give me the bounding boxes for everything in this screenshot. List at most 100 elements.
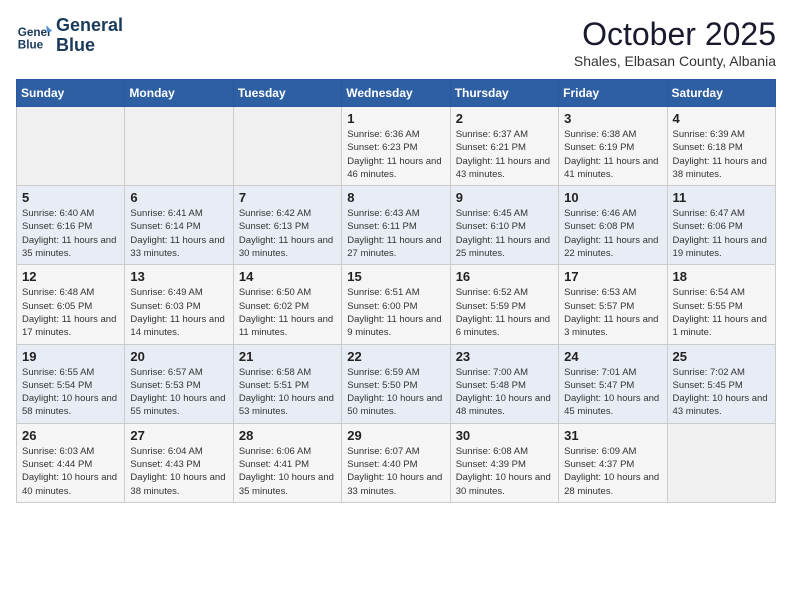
day-info: Sunrise: 6:36 AM Sunset: 6:23 PM Dayligh… (347, 128, 444, 181)
calendar-cell: 25 Sunrise: 7:02 AM Sunset: 5:45 PM Dayli… (667, 344, 775, 423)
calendar-cell: 3 Sunrise: 6:38 AM Sunset: 6:19 PM Daylig… (559, 107, 667, 186)
calendar-cell: 19 Sunrise: 6:55 AM Sunset: 5:54 PM Dayli… (17, 344, 125, 423)
day-info: Sunrise: 6:08 AM Sunset: 4:39 PM Dayligh… (456, 445, 553, 498)
calendar-cell: 20 Sunrise: 6:57 AM Sunset: 5:53 PM Dayli… (125, 344, 233, 423)
day-info: Sunrise: 6:43 AM Sunset: 6:11 PM Dayligh… (347, 207, 444, 260)
day-info: Sunrise: 6:38 AM Sunset: 6:19 PM Dayligh… (564, 128, 661, 181)
day-number: 21 (239, 349, 336, 364)
weekday-header: Wednesday (342, 80, 450, 107)
day-info: Sunrise: 6:07 AM Sunset: 4:40 PM Dayligh… (347, 445, 444, 498)
day-info: Sunrise: 7:01 AM Sunset: 5:47 PM Dayligh… (564, 366, 661, 419)
day-number: 6 (130, 190, 227, 205)
calendar-cell (17, 107, 125, 186)
day-info: Sunrise: 6:06 AM Sunset: 4:41 PM Dayligh… (239, 445, 336, 498)
day-number: 11 (673, 190, 770, 205)
logo: General Blue General Blue (16, 16, 123, 56)
calendar-cell: 13Sunrise: 6:49 AM Sunset: 6:03 PM Dayli… (125, 265, 233, 344)
day-number: 15 (347, 269, 444, 284)
logo-text: General Blue (56, 16, 123, 56)
day-info: Sunrise: 6:48 AM Sunset: 6:05 PM Dayligh… (22, 286, 119, 339)
calendar-cell: 18 Sunrise: 6:54 AM Sunset: 5:55 PM Dayli… (667, 265, 775, 344)
weekday-header: Monday (125, 80, 233, 107)
calendar-week-row: 1 Sunrise: 6:36 AM Sunset: 6:23 PM Daylig… (17, 107, 776, 186)
day-info: Sunrise: 6:54 AM Sunset: 5:55 PM Dayligh… (673, 286, 770, 339)
day-number: 3 (564, 111, 661, 126)
weekday-header: Saturday (667, 80, 775, 107)
day-number: 27 (130, 428, 227, 443)
calendar-cell: 30 Sunrise: 6:08 AM Sunset: 4:39 PM Dayli… (450, 423, 558, 502)
day-info: Sunrise: 6:47 AM Sunset: 6:06 PM Dayligh… (673, 207, 770, 260)
calendar-cell: 16 Sunrise: 6:52 AM Sunset: 5:59 PM Dayli… (450, 265, 558, 344)
day-number: 26 (22, 428, 119, 443)
day-info: Sunrise: 7:02 AM Sunset: 5:45 PM Dayligh… (673, 366, 770, 419)
day-number: 16 (456, 269, 553, 284)
weekday-header: Friday (559, 80, 667, 107)
location-subtitle: Shales, Elbasan County, Albania (574, 53, 776, 69)
calendar-cell: 11 Sunrise: 6:47 AM Sunset: 6:06 PM Dayli… (667, 186, 775, 265)
calendar-cell: 26 Sunrise: 6:03 AM Sunset: 4:44 PM Dayli… (17, 423, 125, 502)
day-info: Sunrise: 6:58 AM Sunset: 5:51 PM Dayligh… (239, 366, 336, 419)
day-info: Sunrise: 6:55 AM Sunset: 5:54 PM Dayligh… (22, 366, 119, 419)
day-number: 1 (347, 111, 444, 126)
day-info: Sunrise: 6:40 AM Sunset: 6:16 PM Dayligh… (22, 207, 119, 260)
calendar-cell: 5 Sunrise: 6:40 AM Sunset: 6:16 PM Daylig… (17, 186, 125, 265)
logo-icon: General Blue (16, 18, 52, 54)
day-info: Sunrise: 7:00 AM Sunset: 5:48 PM Dayligh… (456, 366, 553, 419)
calendar-cell: 28 Sunrise: 6:06 AM Sunset: 4:41 PM Dayli… (233, 423, 341, 502)
day-info: Sunrise: 6:03 AM Sunset: 4:44 PM Dayligh… (22, 445, 119, 498)
day-info: Sunrise: 6:52 AM Sunset: 5:59 PM Dayligh… (456, 286, 553, 339)
calendar-week-row: 26 Sunrise: 6:03 AM Sunset: 4:44 PM Dayli… (17, 423, 776, 502)
day-number: 12 (22, 269, 119, 284)
calendar-table: SundayMondayTuesdayWednesdayThursdayFrid… (16, 79, 776, 503)
calendar-cell: 22Sunrise: 6:59 AM Sunset: 5:50 PM Dayli… (342, 344, 450, 423)
day-info: Sunrise: 6:42 AM Sunset: 6:13 PM Dayligh… (239, 207, 336, 260)
calendar-cell: 9 Sunrise: 6:45 AM Sunset: 6:10 PM Daylig… (450, 186, 558, 265)
day-info: Sunrise: 6:45 AM Sunset: 6:10 PM Dayligh… (456, 207, 553, 260)
day-number: 9 (456, 190, 553, 205)
weekday-header: Tuesday (233, 80, 341, 107)
day-number: 25 (673, 349, 770, 364)
month-title: October 2025 (574, 16, 776, 53)
day-number: 23 (456, 349, 553, 364)
calendar-cell (125, 107, 233, 186)
day-info: Sunrise: 6:37 AM Sunset: 6:21 PM Dayligh… (456, 128, 553, 181)
day-info: Sunrise: 6:49 AM Sunset: 6:03 PM Dayligh… (130, 286, 227, 339)
day-info: Sunrise: 6:51 AM Sunset: 6:00 PM Dayligh… (347, 286, 444, 339)
weekday-header: Thursday (450, 80, 558, 107)
day-number: 29 (347, 428, 444, 443)
calendar-cell: 7Sunrise: 6:42 AM Sunset: 6:13 PM Daylig… (233, 186, 341, 265)
calendar-cell: 27Sunrise: 6:04 AM Sunset: 4:43 PM Dayli… (125, 423, 233, 502)
calendar-cell (233, 107, 341, 186)
day-number: 19 (22, 349, 119, 364)
day-info: Sunrise: 6:41 AM Sunset: 6:14 PM Dayligh… (130, 207, 227, 260)
calendar-cell: 4Sunrise: 6:39 AM Sunset: 6:18 PM Daylig… (667, 107, 775, 186)
day-number: 20 (130, 349, 227, 364)
day-number: 31 (564, 428, 661, 443)
day-number: 2 (456, 111, 553, 126)
calendar-cell: 15 Sunrise: 6:51 AM Sunset: 6:00 PM Dayli… (342, 265, 450, 344)
day-number: 24 (564, 349, 661, 364)
calendar-cell: 21 Sunrise: 6:58 AM Sunset: 5:51 PM Dayli… (233, 344, 341, 423)
day-number: 22 (347, 349, 444, 364)
calendar-cell: 31 Sunrise: 6:09 AM Sunset: 4:37 PM Dayli… (559, 423, 667, 502)
calendar-cell: 29 Sunrise: 6:07 AM Sunset: 4:40 PM Dayli… (342, 423, 450, 502)
day-number: 4 (673, 111, 770, 126)
calendar-cell: 1 Sunrise: 6:36 AM Sunset: 6:23 PM Daylig… (342, 107, 450, 186)
day-number: 28 (239, 428, 336, 443)
day-info: Sunrise: 6:57 AM Sunset: 5:53 PM Dayligh… (130, 366, 227, 419)
day-info: Sunrise: 6:09 AM Sunset: 4:37 PM Dayligh… (564, 445, 661, 498)
weekday-header: Sunday (17, 80, 125, 107)
calendar-cell: 2 Sunrise: 6:37 AM Sunset: 6:21 PM Daylig… (450, 107, 558, 186)
day-number: 18 (673, 269, 770, 284)
day-info: Sunrise: 6:46 AM Sunset: 6:08 PM Dayligh… (564, 207, 661, 260)
calendar-cell: 12 Sunrise: 6:48 AM Sunset: 6:05 PM Dayli… (17, 265, 125, 344)
calendar-week-row: 12 Sunrise: 6:48 AM Sunset: 6:05 PM Dayli… (17, 265, 776, 344)
svg-text:Blue: Blue (18, 38, 44, 51)
weekday-header-row: SundayMondayTuesdayWednesdayThursdayFrid… (17, 80, 776, 107)
calendar-cell: 17Sunrise: 6:53 AM Sunset: 5:57 PM Dayli… (559, 265, 667, 344)
calendar-cell: 24 Sunrise: 7:01 AM Sunset: 5:47 PM Dayli… (559, 344, 667, 423)
day-number: 5 (22, 190, 119, 205)
day-number: 30 (456, 428, 553, 443)
calendar-week-row: 19 Sunrise: 6:55 AM Sunset: 5:54 PM Dayli… (17, 344, 776, 423)
calendar-week-row: 5 Sunrise: 6:40 AM Sunset: 6:16 PM Daylig… (17, 186, 776, 265)
